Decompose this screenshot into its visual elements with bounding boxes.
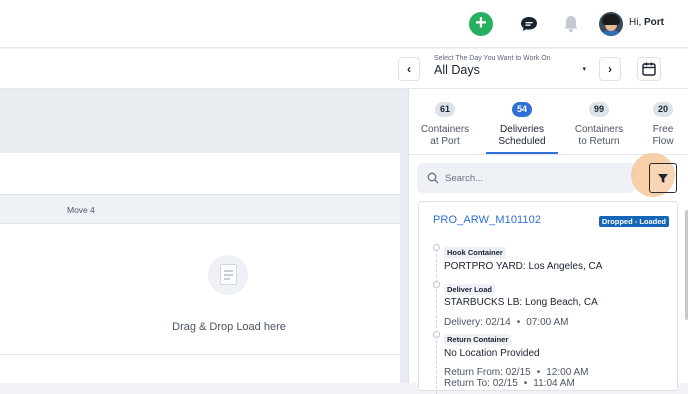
day-select-hint: Select The Day You Want to Work On	[434, 55, 551, 62]
search-input[interactable]	[445, 163, 625, 193]
stop-location: No Location Provided	[444, 348, 540, 359]
document-icon	[208, 255, 248, 295]
tab-containers-to-return[interactable]: 99 Containers to Return	[569, 99, 629, 148]
dispatch-board: Move 4 Drag & Drop Load here	[0, 89, 408, 383]
board-column-header: Move 4	[0, 194, 400, 224]
load-reference[interactable]: PRO_ARW_M101102	[433, 214, 541, 226]
stop-type-badge: Return Container	[444, 334, 512, 345]
stop-type-badge: Deliver Load	[444, 284, 496, 295]
stop-dot	[433, 281, 440, 288]
stop-location: PORTPRO YARD: Los Angeles, CA	[444, 261, 603, 272]
stop-type-badge: Hook Container	[444, 247, 506, 258]
tab-containers-at-port[interactable]: 61 Containers at Port	[417, 99, 473, 148]
route-timeline	[436, 244, 437, 394]
day-select[interactable]: Select The Day You Want to Work On All D…	[430, 55, 590, 85]
tab-label: Free Flow	[652, 124, 674, 147]
tab-count: 54	[512, 102, 532, 117]
date-toolbar: ‹ Select The Day You Want to Work On All…	[0, 49, 688, 89]
stop-appointment: Return From: 02/15 • 12:00 AM	[444, 367, 589, 378]
stop-dot	[433, 331, 440, 338]
tab-label: Containers to Return	[574, 124, 624, 147]
tab-label: Deliveries Scheduled	[498, 124, 546, 147]
filter-button[interactable]	[649, 163, 677, 193]
filter-icon	[658, 174, 668, 183]
drop-zone[interactable]: Drag & Drop Load here	[0, 225, 400, 355]
chevron-down-icon: ▾	[582, 66, 586, 73]
tab-label: Containers at Port	[420, 124, 470, 147]
search-box	[417, 163, 635, 193]
top-bar: + Hi, Port	[0, 0, 688, 48]
stop-location: STARBUCKS LB: Long Beach, CA	[444, 297, 598, 308]
stop-dot	[433, 244, 440, 251]
tab-count: 99	[589, 102, 609, 117]
chat-icon[interactable]	[519, 14, 539, 34]
greeting-prefix: Hi,	[629, 17, 642, 28]
tab-free-flow[interactable]: 20 Free Flow	[645, 99, 681, 148]
search-icon	[427, 172, 439, 184]
drop-zone-text: Drag & Drop Load here	[172, 321, 286, 333]
status-badge: Dropped - Loaded	[598, 216, 669, 227]
tab-deliveries-scheduled[interactable]: 54 Deliveries Scheduled	[486, 99, 558, 148]
stop-appointment: Delivery: 02/14 • 07:00 AM	[444, 317, 569, 328]
tab-count: 20	[653, 102, 673, 117]
load-card[interactable]: PRO_ARW_M101102 Dropped - Loaded Hook Co…	[418, 201, 678, 394]
bell-icon[interactable]	[562, 14, 580, 34]
loads-side-panel: 61 Containers at Port 54 Deliveries Schedu…	[408, 89, 688, 394]
move-column-label: Move 4	[67, 205, 95, 215]
tab-count: 61	[435, 102, 455, 117]
user-greeting[interactable]: Hi, Port	[629, 17, 664, 28]
calendar-icon[interactable]	[637, 57, 661, 81]
next-day-button[interactable]: ›	[599, 57, 621, 81]
stop-appointment: Return To: 02/15 • 11:04 AM	[444, 378, 575, 389]
user-name: Port	[644, 17, 665, 28]
divider	[0, 354, 400, 355]
day-select-value: All Days	[434, 63, 480, 77]
avatar[interactable]	[599, 12, 623, 36]
prev-day-button[interactable]: ‹	[398, 57, 420, 81]
add-button[interactable]: +	[469, 12, 493, 36]
